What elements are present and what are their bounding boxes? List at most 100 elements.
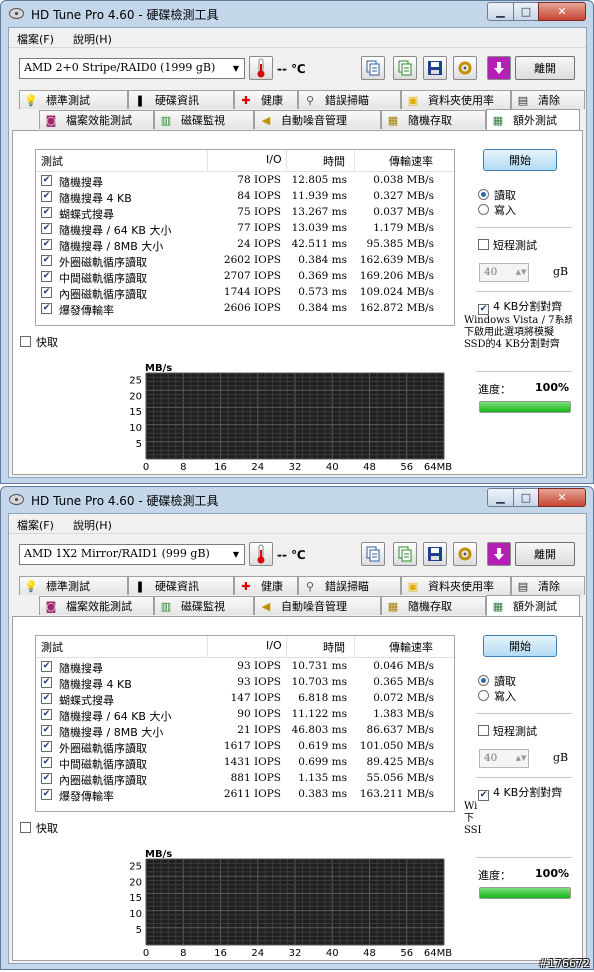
tab-aam[interactable]: ◀ 自動噪音管理 (254, 110, 381, 129)
tab-erase[interactable]: ▤ 清除 (511, 576, 585, 595)
tab-error-scan[interactable]: ⚲ 錯誤掃瞄 (298, 90, 401, 109)
short-test-size-input[interactable]: 40 ▲▼ (479, 749, 529, 768)
row-checkbox[interactable]: ✔ (41, 207, 52, 218)
copy-info-button[interactable] (361, 542, 385, 566)
tab-disk-monitor[interactable]: ▥ 磁碟監視 (154, 596, 254, 615)
row-checkbox[interactable]: ✔ (41, 255, 52, 266)
read-radio[interactable]: 讀取 (478, 673, 516, 689)
options-button[interactable] (453, 56, 477, 80)
options-button[interactable] (453, 542, 477, 566)
chevron-down-icon[interactable]: ▼ (228, 545, 244, 564)
tab-file-benchmark[interactable]: ◙ 檔案效能測試 (39, 110, 154, 129)
tab-random-access[interactable]: ▦ 隨機存取 (381, 596, 486, 615)
row-checkbox[interactable]: ✔ (41, 271, 52, 282)
align-4kb-checkbox[interactable]: ✔ (478, 790, 489, 801)
short-test-size-input[interactable]: 40 ▲▼ (479, 263, 529, 282)
menu-file[interactable]: 檔案(F) (17, 517, 54, 533)
align-4kb-option[interactable]: ✔ 4 KB分割對齊 (478, 784, 562, 801)
copy-screenshot-button[interactable] (393, 56, 417, 80)
tab-file-benchmark[interactable]: ◙ 檔案效能測試 (39, 596, 154, 615)
progress-label: 進度： (478, 869, 511, 882)
write-radio-dot[interactable] (478, 690, 489, 701)
short-test-checkbox[interactable] (478, 239, 489, 250)
tab-random-access[interactable]: ▦ 隨機存取 (381, 110, 486, 129)
extra-tests-panel: 測試 I/O 時間 傳輸速率 ✔ 隨機搜尋 78 IOPS 12.805 ms 0.038 MB… (12, 130, 583, 475)
row-checkbox[interactable]: ✔ (41, 789, 52, 800)
start-button[interactable]: 開始 (483, 149, 557, 171)
tab-benchmark[interactable]: 💡 標準測試 (19, 90, 128, 109)
row-checkbox[interactable]: ✔ (41, 709, 52, 720)
menu-file[interactable]: 檔案(F) (17, 31, 54, 47)
tab-health[interactable]: ✚ 健康 (234, 576, 298, 595)
row-checkbox[interactable]: ✔ (41, 693, 52, 704)
short-test-size-value: 40 (484, 752, 498, 764)
download-button[interactable] (487, 56, 511, 80)
menu-help[interactable]: 說明(H) (73, 31, 112, 47)
cache-checkbox[interactable] (20, 336, 31, 347)
copy-info-button[interactable] (361, 56, 385, 80)
spin-arrows-icon[interactable]: ▲▼ (515, 264, 527, 281)
drive-select[interactable]: AMD 1X2 Mirror/RAID1 (999 gB) ▼ (19, 544, 245, 565)
minimize-button[interactable]: ▁ (487, 488, 514, 507)
menu-help[interactable]: 說明(H) (73, 517, 112, 533)
chevron-down-icon[interactable]: ▼ (228, 59, 244, 78)
tab-extra-tests[interactable]: ▦ 額外測試 (486, 109, 580, 130)
tab-erase[interactable]: ▤ 清除 (511, 90, 585, 109)
close-window-button[interactable]: ✕ (538, 488, 586, 507)
row-checkbox[interactable]: ✔ (41, 741, 52, 752)
row-checkbox[interactable]: ✔ (41, 191, 52, 202)
row-checkbox[interactable]: ✔ (41, 303, 52, 314)
maximize-button[interactable]: □ (513, 2, 539, 21)
read-radio[interactable]: 讀取 (478, 187, 516, 203)
maximize-button[interactable]: □ (513, 488, 539, 507)
read-radio-dot[interactable] (478, 189, 489, 200)
cache-checkbox[interactable] (20, 822, 31, 833)
short-test-option[interactable]: 短程測試 (478, 723, 537, 739)
test-io: 24 IOPS (237, 238, 281, 250)
tab-error-scan[interactable]: ⚲ 錯誤掃瞄 (298, 576, 401, 595)
title-bar: HD Tune Pro 4.60 - 硬碟檢測工具 ▁ □ ✕ (1, 487, 593, 513)
short-test-checkbox[interactable] (478, 725, 489, 736)
row-checkbox[interactable]: ✔ (41, 773, 52, 784)
tab-info[interactable]: ❚ 硬碟資訊 (128, 90, 234, 109)
minimize-button[interactable]: ▁ (487, 2, 514, 21)
close-window-button[interactable]: ✕ (538, 2, 586, 21)
tab-info[interactable]: ❚ 硬碟資訊 (128, 576, 234, 595)
exit-button[interactable]: 離開 (515, 56, 575, 80)
tab-benchmark[interactable]: 💡 標準測試 (19, 576, 128, 595)
start-button[interactable]: 開始 (483, 635, 557, 657)
chart-x-tick: 64MB (424, 948, 452, 959)
align-note-line: SSI (464, 825, 482, 836)
thermometer-button[interactable] (249, 56, 273, 80)
write-radio[interactable]: 寫入 (478, 688, 516, 704)
tab-extra-tests[interactable]: ▦ 額外測試 (486, 595, 580, 616)
row-checkbox[interactable]: ✔ (41, 287, 52, 298)
write-radio-dot[interactable] (478, 204, 489, 215)
thermometer-button[interactable] (249, 542, 273, 566)
row-checkbox[interactable]: ✔ (41, 725, 52, 736)
tab-folder-usage[interactable]: ▣ 資料夾使用率 (401, 90, 511, 109)
read-radio-dot[interactable] (478, 675, 489, 686)
tab-folder-usage[interactable]: ▣ 資料夾使用率 (401, 576, 511, 595)
row-checkbox[interactable]: ✔ (41, 757, 52, 768)
drive-select[interactable]: AMD 2+0 Stripe/RAID0 (1999 gB) ▼ (19, 58, 245, 79)
row-checkbox[interactable]: ✔ (41, 223, 52, 234)
tab-aam[interactable]: ◀ 自動噪音管理 (254, 596, 381, 615)
row-checkbox[interactable]: ✔ (41, 677, 52, 688)
table-row: ✔ 蝴蝶式搜尋 75 IOPS 13.267 ms 0.037 MB/s (36, 205, 454, 221)
tab-health[interactable]: ✚ 健康 (234, 90, 298, 109)
align-4kb-option[interactable]: ✔ 4 KB分割對齊 (478, 298, 562, 315)
exit-button[interactable]: 離開 (515, 542, 575, 566)
tab-disk-monitor[interactable]: ▥ 磁碟監視 (154, 110, 254, 129)
row-checkbox[interactable]: ✔ (41, 175, 52, 186)
save-button[interactable] (423, 542, 447, 566)
row-checkbox[interactable]: ✔ (41, 239, 52, 250)
write-radio[interactable]: 寫入 (478, 202, 516, 218)
row-checkbox[interactable]: ✔ (41, 661, 52, 672)
align-4kb-checkbox[interactable]: ✔ (478, 304, 489, 315)
download-button[interactable] (487, 542, 511, 566)
save-button[interactable] (423, 56, 447, 80)
spin-arrows-icon[interactable]: ▲▼ (515, 750, 527, 767)
short-test-option[interactable]: 短程測試 (478, 237, 537, 253)
copy-screenshot-button[interactable] (393, 542, 417, 566)
